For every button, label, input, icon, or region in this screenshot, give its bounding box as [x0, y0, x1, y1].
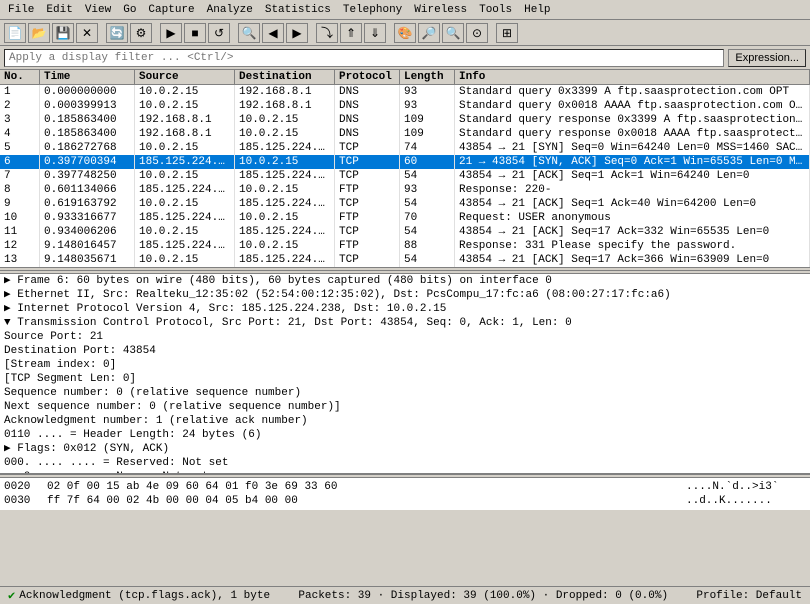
detail-line[interactable]: ▶ Flags: 0x012 (SYN, ACK) — [0, 442, 810, 456]
toolbar: 📄 📂 💾 ✕ 🔄 ⚙ ▶ ■ ↺ 🔍 ◀ ▶ ⤵ ⇑ ⇓ 🎨 🔎 🔍 ⊙ ⊞ — [0, 20, 810, 46]
table-row[interactable]: 100.933316677185.125.224.23810.0.2.15FTP… — [0, 211, 810, 225]
menu-wireless[interactable]: Wireless — [408, 2, 473, 18]
hex-section: 0020 02 0f 00 15 ab 4e 09 60 64 01 f0 3e … — [0, 478, 810, 586]
close-btn[interactable]: ✕ — [76, 23, 98, 43]
detail-line[interactable]: Acknowledgment number: 1 (relative ack n… — [0, 414, 810, 428]
zoom-out-btn[interactable]: 🔍 — [442, 23, 464, 43]
table-row[interactable]: 20.00039991310.0.2.15192.168.8.1DNS93Sta… — [0, 99, 810, 113]
col-header-len[interactable]: Length — [400, 70, 455, 84]
table-row[interactable]: 80.601134066185.125.224.23810.0.2.15FTP9… — [0, 183, 810, 197]
filter-bar: Expression... — [0, 46, 810, 70]
hex-dump: 0020 02 0f 00 15 ab 4e 09 60 64 01 f0 3e … — [0, 478, 810, 510]
hex-row: 0030 ff 7f 64 00 02 4b 00 00 04 05 b4 00 … — [4, 494, 806, 508]
status-profile: Profile: Default — [696, 590, 802, 602]
detail-line[interactable]: ▶ Internet Protocol Version 4, Src: 185.… — [0, 302, 810, 316]
col-header-info[interactable]: Info — [455, 70, 810, 84]
new-capture-btn[interactable]: 📄 — [4, 23, 26, 43]
detail-line[interactable]: 0110 .... = Header Length: 24 bytes (6) — [0, 428, 810, 442]
forward-btn[interactable]: ▶ — [286, 23, 308, 43]
packet-list-header: No. Time Source Destination Protocol Len… — [0, 70, 810, 85]
menu-telephony[interactable]: Telephony — [337, 2, 408, 18]
display-filter-input[interactable] — [4, 49, 724, 67]
detail-line[interactable]: [TCP Segment Len: 0] — [0, 372, 810, 386]
menu-statistics[interactable]: Statistics — [259, 2, 337, 18]
main-content: No. Time Source Destination Protocol Len… — [0, 70, 810, 586]
table-row[interactable]: 50.18627276810.0.2.15185.125.224.238TCP7… — [0, 141, 810, 155]
status-message: Acknowledgment (tcp.flags.ack), 1 byte — [19, 590, 270, 602]
goto-btn[interactable]: ⤵ — [316, 23, 338, 43]
detail-line[interactable]: Next sequence number: 0 (relative sequen… — [0, 400, 810, 414]
packet-detail-section: ▶ Frame 6: 60 bytes on wire (480 bits), … — [0, 274, 810, 474]
top-btn[interactable]: ⇑ — [340, 23, 362, 43]
detail-line[interactable]: Destination Port: 43854 — [0, 344, 810, 358]
back-btn[interactable]: ◀ — [262, 23, 284, 43]
table-row[interactable]: 10.00000000010.0.2.15192.168.8.1DNS93Sta… — [0, 85, 810, 99]
find-btn[interactable]: 🔍 — [238, 23, 260, 43]
zoom-in-btn[interactable]: 🔎 — [418, 23, 440, 43]
detail-line[interactable]: [Stream index: 0] — [0, 358, 810, 372]
normal-size-btn[interactable]: ⊙ — [466, 23, 488, 43]
color-btn[interactable]: 🎨 — [394, 23, 416, 43]
menu-file[interactable]: File — [2, 2, 40, 18]
packet-list: No. Time Source Destination Protocol Len… — [0, 70, 810, 268]
restart-btn[interactable]: ↺ — [208, 23, 230, 43]
hex-bytes[interactable]: 02 0f 00 15 ab 4e 09 60 64 01 f0 3e 69 3… — [47, 480, 678, 494]
table-row[interactable]: 40.185863400192.168.8.110.0.2.15DNS109St… — [0, 127, 810, 141]
table-row[interactable]: 70.39774825010.0.2.15185.125.224.238TCP5… — [0, 169, 810, 183]
menu-edit[interactable]: Edit — [40, 2, 78, 18]
col-header-no[interactable]: No. — [0, 70, 40, 84]
hex-ascii: ....N.`d..>i3` — [686, 480, 806, 494]
start-capture-btn[interactable]: ▶ — [160, 23, 182, 43]
packet-rows: 10.00000000010.0.2.15192.168.8.1DNS93Sta… — [0, 85, 810, 267]
menu-capture[interactable]: Capture — [142, 2, 200, 18]
table-row[interactable]: 139.14803567110.0.2.15185.125.224.238TCP… — [0, 253, 810, 267]
col-header-source[interactable]: Source — [135, 70, 235, 84]
menu-help[interactable]: Help — [518, 2, 556, 18]
stop-capture-btn[interactable]: ■ — [184, 23, 206, 43]
menu-analyze[interactable]: Analyze — [201, 2, 259, 18]
table-row[interactable]: 110.93400620610.0.2.15185.125.224.238TCP… — [0, 225, 810, 239]
packet-list-section: No. Time Source Destination Protocol Len… — [0, 70, 810, 270]
hex-row: 0020 02 0f 00 15 ab 4e 09 60 64 01 f0 3e … — [4, 480, 806, 494]
detail-line[interactable]: Sequence number: 0 (relative sequence nu… — [0, 386, 810, 400]
save-btn[interactable]: 💾 — [52, 23, 74, 43]
table-row[interactable]: 60.397700394185.125.224.23810.0.2.15TCP6… — [0, 155, 810, 169]
options-btn[interactable]: ⚙ — [130, 23, 152, 43]
detail-line[interactable]: ▶ Frame 6: 60 bytes on wire (480 bits), … — [0, 274, 810, 288]
col-header-proto[interactable]: Protocol — [335, 70, 400, 84]
table-row[interactable]: 129.148016457185.125.224.23810.0.2.15FTP… — [0, 239, 810, 253]
resize-btn[interactable]: ⊞ — [496, 23, 518, 43]
expression-button[interactable]: Expression... — [728, 49, 806, 67]
table-row[interactable]: 90.61916379210.0.2.15185.125.224.238TCP5… — [0, 197, 810, 211]
status-bar: ✔ Acknowledgment (tcp.flags.ack), 1 byte… — [0, 586, 810, 604]
status-stats: Packets: 39 · Displayed: 39 (100.0%) · D… — [298, 590, 668, 602]
packet-detail: ▶ Frame 6: 60 bytes on wire (480 bits), … — [0, 274, 810, 474]
col-header-time[interactable]: Time — [40, 70, 135, 84]
hex-ascii: ..d..K....... — [686, 494, 806, 508]
hex-offset: 0030 — [4, 494, 39, 508]
open-btn[interactable]: 📂 — [28, 23, 50, 43]
hex-offset: 0020 — [4, 480, 39, 494]
bottom-btn[interactable]: ⇓ — [364, 23, 386, 43]
detail-line[interactable]: 000. .... .... = Reserved: Not set — [0, 456, 810, 470]
menu-tools[interactable]: Tools — [473, 2, 518, 18]
table-row[interactable]: 30.185863400192.168.8.110.0.2.15DNS109St… — [0, 113, 810, 127]
col-header-dest[interactable]: Destination — [235, 70, 335, 84]
detail-line[interactable]: ▶ Ethernet II, Src: Realteku_12:35:02 (5… — [0, 288, 810, 302]
menubar: File Edit View Go Capture Analyze Statis… — [0, 0, 810, 20]
status-icon: ✔ — [8, 588, 15, 603]
hex-bytes[interactable]: ff 7f 64 00 02 4b 00 00 04 05 b4 00 00 — [47, 494, 678, 508]
reload-btn[interactable]: 🔄 — [106, 23, 128, 43]
detail-line[interactable]: Source Port: 21 — [0, 330, 810, 344]
status-left: ✔ Acknowledgment (tcp.flags.ack), 1 byte — [8, 588, 270, 603]
menu-view[interactable]: View — [79, 2, 117, 18]
menu-go[interactable]: Go — [117, 2, 142, 18]
detail-line[interactable]: ▼ Transmission Control Protocol, Src Por… — [0, 316, 810, 330]
